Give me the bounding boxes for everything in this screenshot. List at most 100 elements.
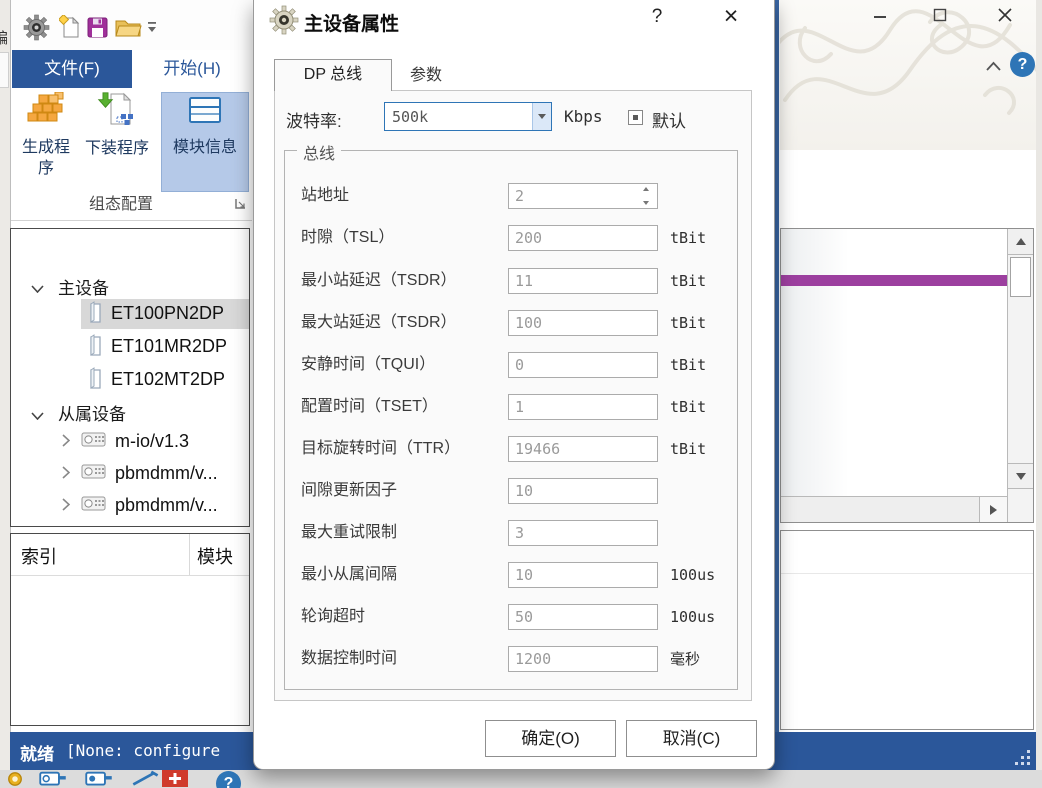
download-program-label: 下装程序 [85,140,149,157]
field-unit: 100us [670,603,715,631]
help-circle-icon[interactable]: ? [216,771,241,788]
scroll-down-button[interactable] [1008,463,1033,489]
tree-group-master[interactable]: 主设备 [58,274,109,299]
baud-rate-label: 波特率: [286,107,342,132]
field-label: 最小站延迟（TSDR） [301,267,457,295]
gear-icon[interactable] [2,770,28,788]
dialog-close-button[interactable]: × [716,1,746,31]
tree-item-pbmdmm-1[interactable]: pbmdmm/v... [115,463,218,484]
chevron-right-icon[interactable] [62,434,70,452]
tsl-input[interactable]: 200 [508,225,658,251]
spinner-control[interactable] [643,186,653,206]
ok-button[interactable]: 确定(O) [485,720,616,757]
collapse-ribbon-icon[interactable] [984,60,1003,79]
ttr-input[interactable]: 19466 [508,436,658,462]
tab-start[interactable]: 开始(H) [132,50,252,88]
field-row-min-tsdr: 最小站延迟（TSDR） 11 tBit [254,267,776,295]
field-row-max-tsdr: 最大站延迟（TSDR） 100 tBit [254,309,776,337]
baud-rate-dropdown[interactable]: 500k [384,102,552,131]
retry-limit-input[interactable]: 3 [508,520,658,546]
toolbar-overflow-icon[interactable] [147,20,157,38]
dialog-launcher-icon[interactable] [235,196,246,214]
chevron-down-icon[interactable] [31,407,44,425]
save-icon[interactable] [87,17,108,43]
help-button[interactable]: ? [1010,52,1035,77]
field-unit: tBit [670,267,706,295]
station-address-input[interactable]: 2 [508,183,658,209]
grid-column-module[interactable]: 模块 [197,543,233,569]
cancel-button[interactable]: 取消(C) [626,720,757,757]
quick-access-toolbar [11,0,252,50]
edge-panel-fragment [0,52,9,88]
background-window-sliver: 编 [0,0,10,770]
tab-dp-bus[interactable]: DP 总线 [274,59,392,91]
default-checkbox[interactable] [628,110,643,125]
horizontal-scrollbar[interactable] [781,496,1007,522]
open-folder-icon[interactable] [115,17,142,43]
generate-program-button[interactable]: 生成程序 [19,92,73,179]
edge-partial-text: 编 [0,27,8,48]
maximize-button[interactable] [925,6,955,30]
tree-item-pbmdmm-2[interactable]: pbmdmm/v... [115,495,218,516]
field-row-retry-limit: 最大重试限制 3 [254,519,776,547]
bus-line[interactable] [781,275,1007,286]
scroll-right-button[interactable] [979,497,1007,522]
grid-column-index[interactable]: 索引 [21,543,57,569]
field-unit: tBit [670,351,706,379]
module-info-label: 模块信息 [173,139,237,156]
vertical-scroll-thumb[interactable] [1010,257,1031,297]
add-badge-icon[interactable] [162,770,188,787]
resize-grip[interactable] [1012,747,1030,765]
field-row-ttr: 目标旋转时间（TTR） 19466 tBit [254,435,776,463]
close-button[interactable] [990,6,1020,30]
generate-program-label: 生成程序 [22,139,70,177]
title-bar-right: ? [780,0,1036,150]
module-info-button[interactable]: 模块信息 [161,92,249,192]
default-checkbox-label: 默认 [652,107,686,132]
grid-header-divider [189,534,190,575]
slave-device-icon [81,495,106,518]
network-canvas[interactable] [781,229,1007,496]
dialog-title: 主设备属性 [304,9,399,36]
minimize-button[interactable] [865,6,895,30]
gap-factor-input[interactable]: 10 [508,478,658,504]
tqui-input[interactable]: 0 [508,352,658,378]
ribbon-divider [11,220,252,221]
dialog-gear-icon [269,5,299,40]
baud-rate-value: 500k [392,108,428,126]
tset-input[interactable]: 1 [508,394,658,420]
chevron-right-icon[interactable] [62,498,70,516]
tab-parameters[interactable]: 参数 [393,62,459,90]
download-program-button[interactable]: 下装程序 [75,92,159,159]
tree-item-et102mt2dp[interactable]: ET102MT2DP [111,369,225,390]
field-label: 站地址 [301,182,349,210]
tree-group-slave[interactable]: 从属设备 [58,400,126,425]
chevron-right-icon[interactable] [62,466,70,484]
tree-item-et100pn2dp[interactable]: ET100PN2DP [111,303,224,324]
bus-groupbox-legend: 总线 [297,140,341,164]
scroll-up-button[interactable] [1008,229,1033,255]
data-control-time-input[interactable]: 1200 [508,646,658,672]
info-tool-icon[interactable] [82,771,116,788]
min-tsdr-input[interactable]: 11 [508,268,658,294]
edit-tool-icon[interactable] [128,770,162,788]
tab-file[interactable]: 文件(F) [12,50,132,88]
field-unit: 毫秒 [670,645,700,673]
vertical-scrollbar[interactable] [1007,229,1033,522]
field-label: 间隙更新因子 [301,477,397,505]
min-slave-interval-input[interactable]: 10 [508,562,658,588]
device-tool-icon[interactable] [36,771,70,788]
tree-item-et101mr2dp[interactable]: ET101MR2DP [111,336,227,357]
field-label: 最大重试限制 [301,519,397,547]
tree-item-m-io[interactable]: m-io/v1.3 [115,431,189,452]
grid-header-underline [11,575,249,576]
dialog-help-button[interactable]: ? [644,6,670,32]
new-file-icon[interactable] [59,15,81,45]
max-tsdr-input[interactable]: 100 [508,310,658,336]
poll-timeout-input[interactable]: 50 [508,604,658,630]
settings-gear-icon[interactable] [23,14,50,46]
field-unit: 100us [670,561,715,589]
field-unit: tBit [670,435,706,463]
chevron-down-icon[interactable] [31,280,44,298]
dropdown-arrow-icon[interactable] [532,103,551,130]
